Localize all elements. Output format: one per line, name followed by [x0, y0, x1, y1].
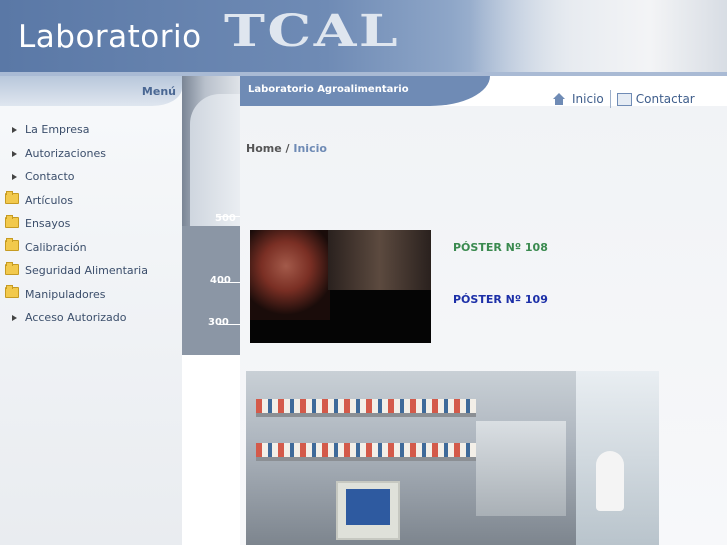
bullet-icon [5, 123, 19, 136]
beaker-mark-500: 500 [215, 213, 236, 224]
sidebar-item-label: Manipuladores [25, 287, 106, 301]
folder-icon [5, 214, 19, 231]
site-logo[interactable]: TCAL [224, 6, 400, 57]
breadcrumb-separator: / [281, 142, 294, 155]
breadcrumb-home[interactable]: Home [246, 142, 282, 155]
lab-computer-monitor [336, 481, 400, 540]
beaker-mark-300: 300 [208, 317, 229, 328]
sidebar-item-autorizaciones[interactable]: Autorizaciones [0, 142, 182, 166]
folder-icon [5, 261, 19, 278]
congress-poster-image[interactable] [250, 230, 431, 343]
sidebar-item-label: La Empresa [25, 123, 90, 137]
sidebar-item-label: Calibración [25, 240, 87, 254]
menu-header: Menú [0, 76, 182, 106]
top-nav: Inicio Contactar [552, 90, 695, 108]
lab-shelf-jars [256, 399, 476, 413]
sidebar-item-label: Artículos [25, 193, 73, 207]
lab-shelf [256, 413, 476, 417]
folder-icon [5, 238, 19, 254]
home-icon[interactable] [552, 93, 566, 105]
section-title: Laboratorio Agroalimentario [248, 84, 409, 95]
lab-technician [596, 451, 624, 511]
sidebar-item-manipuladores[interactable]: Manipuladores [0, 283, 182, 307]
lab-shelf [256, 457, 476, 461]
site-title-prefix: Laboratorio [18, 19, 202, 55]
nav-contact-link[interactable]: Contactar [636, 92, 695, 106]
nav-home-link[interactable]: Inicio [572, 92, 604, 106]
lab-header-photo [470, 0, 727, 72]
section-title-bar: Laboratorio Agroalimentario [240, 76, 490, 106]
breadcrumb-current: Inicio [293, 142, 327, 155]
sidebar-item-label: Contacto [25, 170, 75, 184]
sidebar-item-label: Ensayos [25, 217, 71, 231]
beaker-liquid [182, 226, 240, 355]
poster-108-link[interactable]: PÓSTER Nº 108 [453, 241, 548, 254]
site-header: Laboratorio TCAL [0, 0, 727, 72]
sidebar-item-seguridad-alimentaria[interactable]: Seguridad Alimentaria [0, 259, 182, 283]
laboratory-photo [246, 371, 659, 545]
bullet-icon [5, 311, 19, 324]
poster-109-link[interactable]: PÓSTER Nº 109 [453, 293, 548, 306]
bullet-icon [5, 147, 19, 160]
bullet-icon [5, 170, 19, 183]
folder-icon [5, 285, 19, 301]
contact-icon[interactable] [616, 92, 632, 106]
poster-artwork-top [328, 230, 431, 290]
monitor-screen [346, 489, 390, 525]
nav-separator [609, 90, 611, 108]
sidebar-menu: La Empresa Autorizaciones Contacto Artíc… [0, 118, 182, 330]
sidebar-item-label: Acceso Autorizado [25, 311, 127, 325]
sidebar-item-calibracion[interactable]: Calibración [0, 236, 182, 260]
sidebar-item-la-empresa[interactable]: La Empresa [0, 118, 182, 142]
sidebar-item-label: Seguridad Alimentaria [25, 264, 148, 278]
sidebar-item-articulos[interactable]: Artículos [0, 189, 182, 213]
poster-artwork [250, 230, 330, 320]
lab-shelf-jars [256, 443, 476, 457]
beaker-mark-400: 400 [210, 275, 231, 286]
folder-icon [5, 191, 19, 207]
breadcrumb: Home / Inicio [246, 142, 327, 155]
beaker-image: 500 400 300 [182, 76, 240, 355]
sidebar-item-ensayos[interactable]: Ensayos [0, 212, 182, 236]
lab-analyzer-machine [476, 421, 566, 516]
sidebar-item-contacto[interactable]: Contacto [0, 165, 182, 189]
menu-title: Menú [141, 85, 176, 98]
sidebar-item-acceso-autorizado[interactable]: Acceso Autorizado [0, 306, 182, 330]
sidebar: Menú La Empresa Autorizaciones Contacto … [0, 76, 182, 545]
sidebar-item-label: Autorizaciones [25, 146, 106, 160]
